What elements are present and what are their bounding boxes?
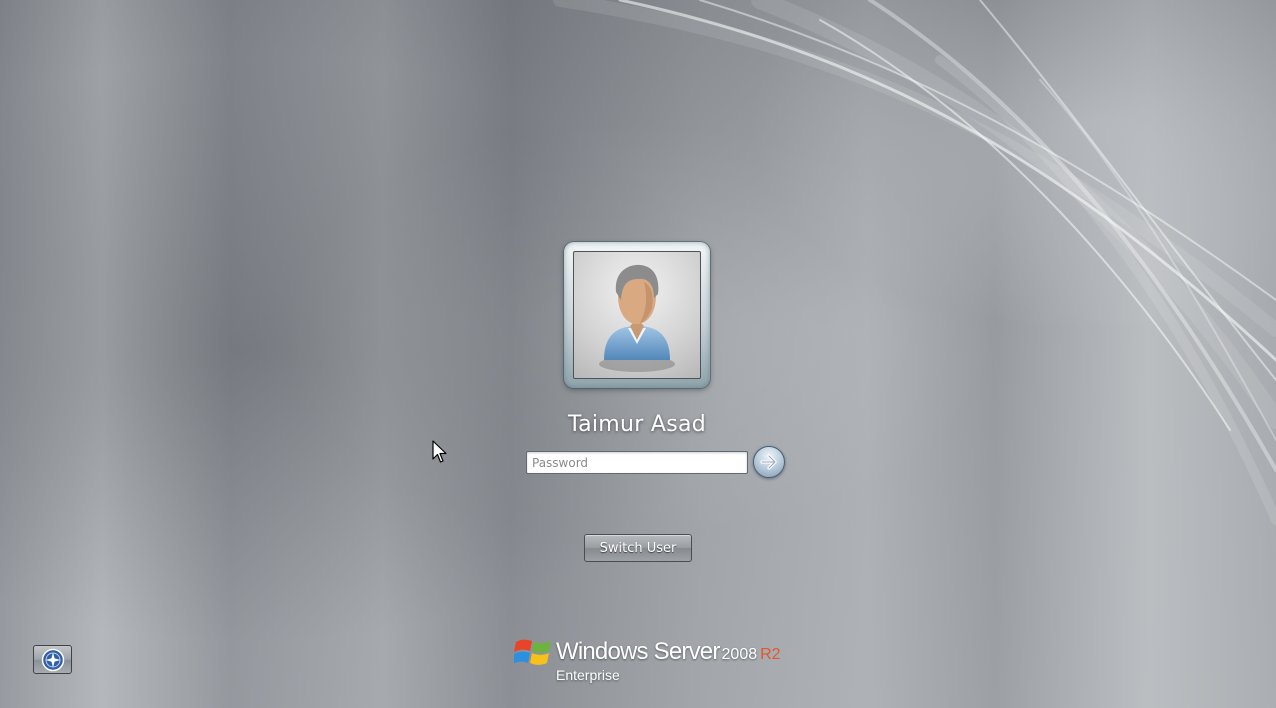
product-name: Windows Server 2008 R2 [556, 638, 781, 666]
windows-branding: Windows Server 2008 R2 Enterprise [513, 632, 781, 688]
switch-user-button[interactable]: Switch User [584, 534, 692, 562]
user-avatar-icon [573, 251, 701, 379]
windows-logo-icon [513, 634, 552, 674]
ease-of-access-button[interactable] [33, 645, 72, 674]
arrow-right-icon [754, 451, 784, 473]
user-tile[interactable] [564, 242, 710, 388]
product-edition: Enterprise [556, 667, 620, 683]
product-version: 2008 [721, 646, 758, 663]
product-title: Windows Server [556, 638, 720, 665]
mouse-pointer-icon [432, 440, 448, 468]
submit-button[interactable] [753, 446, 785, 478]
password-input[interactable] [526, 451, 748, 474]
product-release: R2 [760, 646, 781, 663]
user-name: Taimur Asad [567, 412, 707, 437]
ease-of-access-icon [34, 648, 71, 672]
